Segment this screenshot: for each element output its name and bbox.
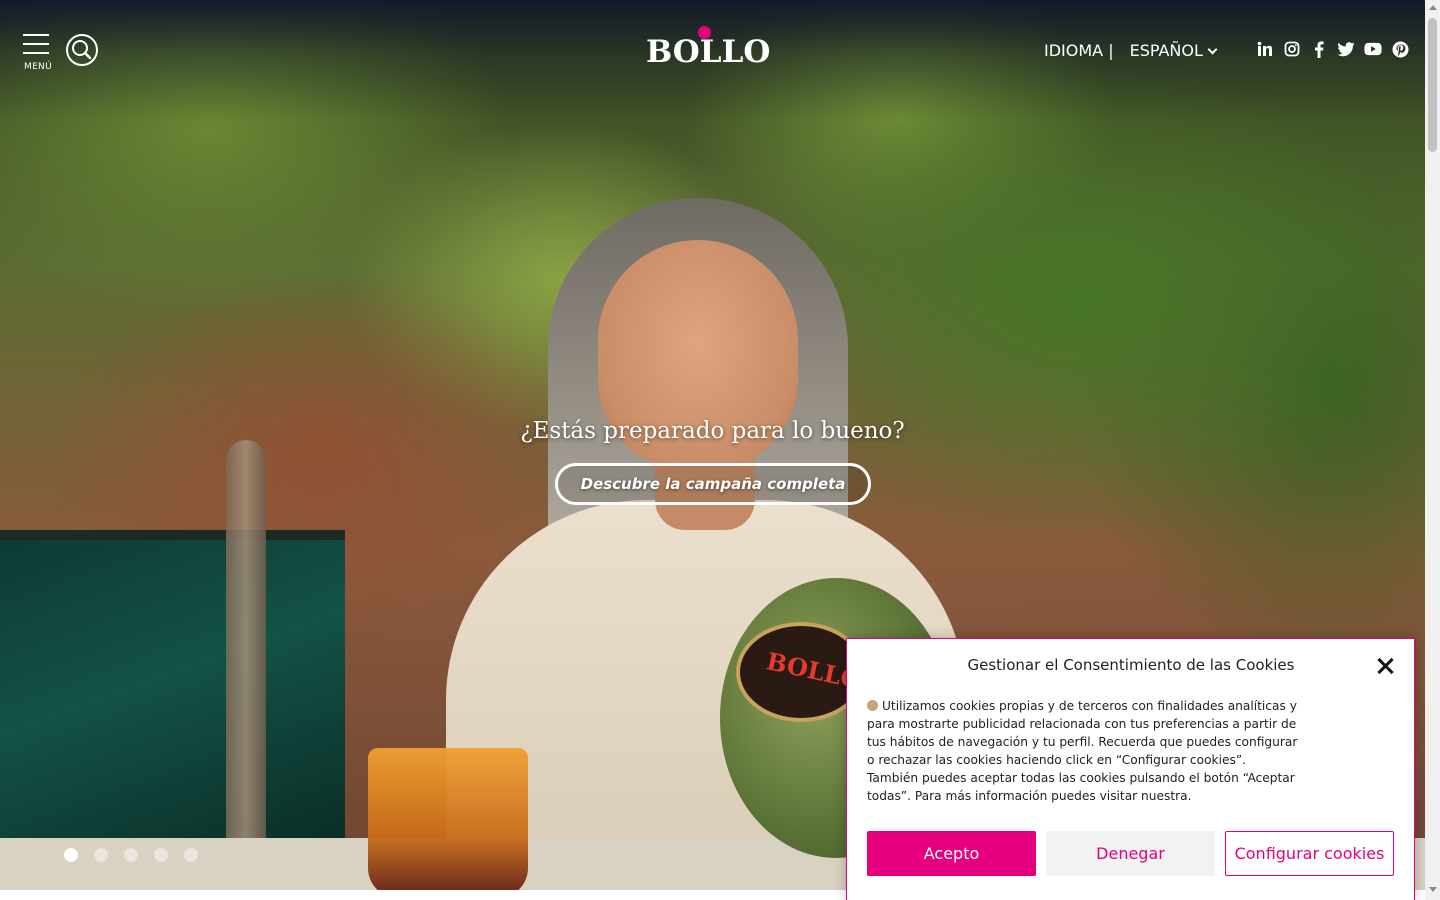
close-icon[interactable] <box>1374 655 1396 677</box>
site-header: MENÚ BOLLO IDIOMA | ESPAÑOL <box>0 0 1425 100</box>
pinterest-icon[interactable] <box>1391 40 1409 58</box>
background-tree-trunk <box>226 440 266 860</box>
carousel-dot[interactable] <box>64 848 78 862</box>
carousel-dot[interactable] <box>184 848 198 862</box>
cookie-icon <box>867 700 878 711</box>
accept-cookies-button[interactable]: Acepto <box>867 831 1036 876</box>
carousel-dots <box>64 848 198 862</box>
cookie-dialog-title: Gestionar el Consentimiento de las Cooki… <box>967 656 1295 674</box>
carousel-dot[interactable] <box>154 848 168 862</box>
menu-button[interactable]: MENÚ <box>22 34 52 74</box>
language-selected: ESPAÑOL <box>1129 41 1203 60</box>
background-window <box>0 530 345 850</box>
linkedin-icon[interactable] <box>1256 40 1274 58</box>
chevron-down-icon <box>1207 44 1218 55</box>
language-dropdown[interactable]: ESPAÑOL <box>1129 41 1218 60</box>
language-label: IDIOMA | <box>1044 41 1114 60</box>
scroll-up-icon[interactable] <box>1429 5 1437 10</box>
cookie-text: Utilizamos cookies propias y de terceros… <box>867 699 1298 803</box>
scroll-down-icon[interactable] <box>1429 887 1437 892</box>
twitter-icon[interactable] <box>1337 40 1355 58</box>
hamburger-icon <box>23 34 49 36</box>
bollo-logo[interactable]: BOLLO <box>646 26 770 72</box>
carousel-dot[interactable] <box>94 848 108 862</box>
facebook-icon[interactable] <box>1310 40 1328 58</box>
configure-cookies-button[interactable]: Configurar cookies <box>1225 831 1394 876</box>
carousel-dot[interactable] <box>124 848 138 862</box>
cookie-dialog-text: Utilizamos cookies propias y de terceros… <box>867 697 1299 805</box>
page-scrollbar[interactable] <box>1425 0 1440 900</box>
logo-text: BOLLO <box>646 34 771 70</box>
language-selector: IDIOMA | ESPAÑOL <box>1044 41 1218 60</box>
hero-title: ¿Estás preparado para lo bueno? <box>520 418 905 444</box>
hamburger-icon-bar <box>23 52 49 54</box>
search-button[interactable] <box>66 34 98 66</box>
scrollbar-thumb[interactable] <box>1428 18 1437 152</box>
youtube-icon[interactable] <box>1364 40 1382 58</box>
campaign-cta-button[interactable]: Descubre la campaña completa <box>555 463 871 505</box>
deny-cookies-button[interactable]: Denegar <box>1046 831 1215 876</box>
search-icon <box>72 40 92 60</box>
social-links <box>1256 40 1409 58</box>
cookie-consent-dialog: Gestionar el Consentimiento de las Cooki… <box>846 638 1415 900</box>
hamburger-icon-bar <box>23 43 49 45</box>
instagram-icon[interactable] <box>1283 40 1301 58</box>
menu-label: MENÚ <box>24 62 52 72</box>
amber-glass <box>368 748 528 890</box>
